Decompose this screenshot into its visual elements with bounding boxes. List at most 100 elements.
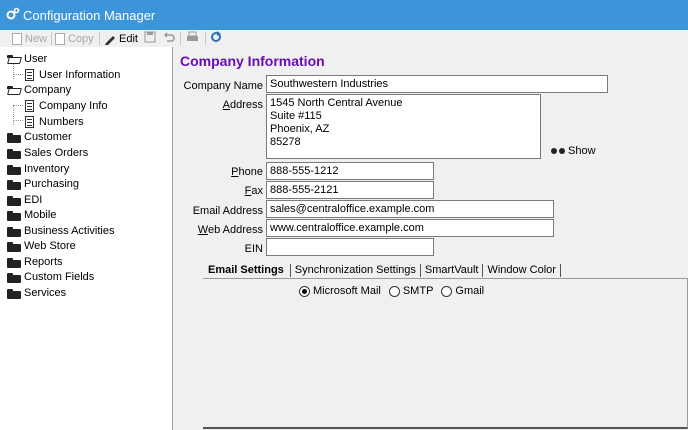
tree-item-company[interactable]: Company bbox=[7, 82, 71, 97]
radio-selected-icon bbox=[299, 285, 310, 297]
tree-item-label: Company Info bbox=[39, 99, 108, 112]
tree-item-mobile[interactable]: Mobile bbox=[7, 207, 56, 222]
open-folder-icon bbox=[7, 85, 21, 95]
tree-item-label: Inventory bbox=[24, 162, 70, 175]
radio-gmail[interactable]: Gmail bbox=[441, 285, 484, 297]
gear-icon bbox=[6, 7, 20, 20]
email-address-label: Email Address bbox=[192, 205, 263, 217]
folder-icon bbox=[7, 164, 21, 175]
tab-synchronization-settings[interactable]: Synchronization Settings bbox=[291, 263, 421, 277]
tree-item-custom-fields[interactable]: Custom Fields bbox=[7, 269, 94, 284]
document-icon bbox=[25, 99, 34, 112]
tree-item-business-activities[interactable]: Business Activities bbox=[7, 223, 114, 238]
web-address-field[interactable]: www.centraloffice.example.com bbox=[266, 219, 554, 237]
tree-item-services[interactable]: Services bbox=[7, 285, 66, 300]
folder-icon bbox=[7, 257, 21, 268]
address-line: 1545 North Central Avenue bbox=[270, 97, 403, 109]
refresh-icon[interactable] bbox=[210, 31, 222, 46]
tree-item-label: Services bbox=[24, 286, 67, 299]
show-button[interactable]: Show bbox=[551, 145, 596, 157]
tab-smartvault[interactable]: SmartVault bbox=[421, 263, 484, 277]
company-name-label: Company Name bbox=[183, 80, 263, 92]
tab-email-settings[interactable]: Email Settings bbox=[204, 264, 290, 277]
radio-microsoft-mail[interactable]: Microsoft Mail bbox=[299, 285, 381, 297]
edit-button[interactable]: Edit bbox=[104, 31, 138, 46]
undo-icon[interactable] bbox=[163, 31, 175, 46]
copy-icon bbox=[55, 32, 65, 45]
address-line: 85278 bbox=[270, 136, 301, 148]
tree-item-label: Numbers bbox=[39, 115, 84, 128]
radio-smtp[interactable]: SMTP bbox=[388, 285, 434, 297]
folder-icon bbox=[7, 288, 21, 299]
folder-icon bbox=[7, 241, 21, 252]
fax-label: Fax bbox=[244, 185, 263, 197]
show-button-label: Show bbox=[568, 145, 596, 157]
address-line: Phoenix, AZ bbox=[270, 123, 330, 135]
folder-icon bbox=[7, 132, 21, 143]
document-icon bbox=[25, 115, 34, 128]
tree-item-purchasing[interactable]: Purchasing bbox=[7, 176, 79, 191]
tree-item-label: Mobile bbox=[24, 208, 57, 221]
phone-label: Phone bbox=[231, 166, 263, 178]
tree-item-customer[interactable]: Customer bbox=[7, 129, 72, 144]
email-settings-panel bbox=[203, 278, 688, 429]
tree-item-label: Business Activities bbox=[24, 224, 115, 237]
web-address-label: Web Address bbox=[197, 224, 263, 236]
tree-item-web-store[interactable]: Web Store bbox=[7, 238, 76, 253]
window-title: Configuration Manager bbox=[23, 8, 156, 23]
address-field[interactable]: 1545 North Central Avenue Suite #115 Pho… bbox=[266, 94, 541, 159]
tree-item-sales-orders[interactable]: Sales Orders bbox=[7, 145, 88, 160]
tree-item-company-info[interactable]: Company Info bbox=[25, 98, 107, 113]
mail-provider-radio-group: Microsoft Mail SMTP Gmail bbox=[299, 285, 492, 297]
new-document-icon bbox=[12, 32, 22, 45]
new-button-label: New bbox=[25, 32, 48, 45]
tree-item-label: Company bbox=[24, 83, 72, 96]
folder-icon bbox=[7, 210, 21, 221]
address-line: Suite #115 bbox=[270, 110, 322, 122]
tree-item-label: Sales Orders bbox=[24, 146, 89, 159]
copy-button-label: Copy bbox=[68, 32, 94, 45]
pencil-icon bbox=[105, 35, 115, 45]
tree-item-label: User Information bbox=[39, 68, 121, 81]
phone-field[interactable]: 888-555-1212 bbox=[266, 162, 434, 180]
settings-tabs: Email Settings Synchronization Settings … bbox=[204, 262, 561, 278]
tab-window-color[interactable]: Window Color bbox=[483, 263, 561, 277]
folder-icon bbox=[7, 272, 21, 283]
edit-button-label: Edit bbox=[119, 32, 138, 45]
radio-unselected-icon bbox=[388, 285, 400, 297]
folder-icon bbox=[7, 148, 21, 159]
ein-label: EIN bbox=[244, 243, 263, 255]
radio-label: SMTP bbox=[402, 285, 434, 297]
radio-unselected-icon bbox=[441, 285, 453, 297]
folder-icon bbox=[7, 179, 21, 190]
binoculars-icon bbox=[551, 147, 565, 156]
section-title: Company Information bbox=[180, 53, 325, 69]
title-bar: Configuration Manager bbox=[0, 0, 688, 30]
ein-field[interactable] bbox=[266, 238, 434, 256]
tree-item-label: Purchasing bbox=[24, 177, 80, 190]
tree-item-reports[interactable]: Reports bbox=[7, 254, 63, 269]
tree-item-numbers[interactable]: Numbers bbox=[25, 114, 84, 129]
print-icon[interactable] bbox=[186, 31, 199, 46]
tree-item-inventory[interactable]: Inventory bbox=[7, 161, 69, 176]
radio-label: Microsoft Mail bbox=[313, 285, 381, 297]
tree-item-edi[interactable]: EDI bbox=[7, 192, 42, 207]
main-panel: Company Information Company Name Southwe… bbox=[174, 47, 688, 430]
tree-item-label: Web Store bbox=[24, 239, 76, 252]
radio-label: Gmail bbox=[455, 285, 485, 297]
tree-item-user[interactable]: User bbox=[7, 51, 47, 66]
new-button[interactable]: New bbox=[12, 31, 47, 46]
tree-item-label: Custom Fields bbox=[24, 270, 95, 283]
folder-icon bbox=[7, 226, 21, 237]
tree-item-label: Reports bbox=[24, 255, 63, 268]
email-address-field[interactable]: sales@centraloffice.example.com bbox=[266, 200, 554, 218]
tree-item-label: Customer bbox=[24, 130, 72, 143]
fax-field[interactable]: 888-555-2121 bbox=[266, 181, 434, 199]
company-name-field[interactable]: Southwestern Industries bbox=[266, 75, 608, 93]
address-label: Address bbox=[222, 99, 263, 111]
toolbar: New Copy Edit bbox=[0, 30, 688, 47]
folder-icon bbox=[7, 195, 21, 206]
copy-button[interactable]: Copy bbox=[55, 31, 94, 46]
save-icon[interactable] bbox=[144, 31, 156, 46]
tree-item-user-information[interactable]: User Information bbox=[25, 67, 120, 82]
